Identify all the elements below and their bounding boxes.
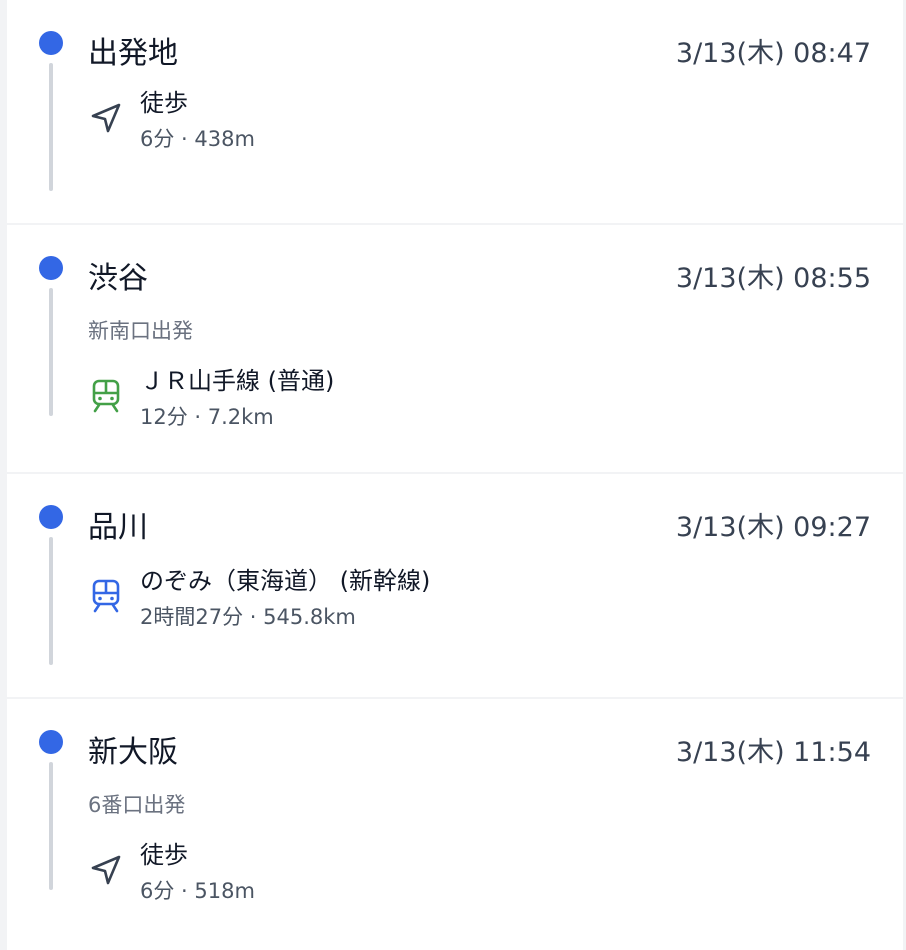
leg-duration-distance: 2時間27分 · 545.8km	[140, 605, 356, 629]
leg-line-name: ＪＲ山手線 (普通)	[140, 367, 335, 395]
departure-time: 3/13(木) 09:27	[675, 512, 871, 543]
leg-duration-distance: 6分 · 518m	[140, 879, 255, 903]
timeline-line	[49, 63, 53, 191]
train-icon	[88, 578, 124, 614]
station-name: 出発地	[88, 36, 178, 71]
station-name: 渋谷	[88, 261, 148, 296]
station-exit-label: 6番口出発	[88, 793, 186, 817]
route-leg[interactable]: 徒歩 6分 · 518m	[88, 838, 868, 918]
leg-duration-distance: 12分 · 7.2km	[140, 405, 274, 429]
route-stop-card[interactable]: 渋谷 3/13(木) 08:55 新南口出発 ＪＲ山手線 (普通) 12分 · …	[7, 225, 903, 472]
navigation-arrow-icon	[88, 852, 124, 888]
route-stop-card[interactable]: 新大阪 3/13(木) 11:54 6番口出発 徒歩 6分 · 518m	[7, 699, 903, 950]
stop-marker-dot	[39, 730, 63, 754]
departure-time: 3/13(木) 11:54	[675, 737, 871, 768]
departure-time: 3/13(木) 08:47	[675, 38, 871, 69]
stop-marker-dot	[39, 256, 63, 280]
stop-marker-dot	[39, 31, 63, 55]
station-exit-label: 新南口出発	[88, 319, 193, 343]
route-timeline: 出発地 3/13(木) 08:47 徒歩 6分 · 438m 渋谷 3/13(木…	[7, 0, 903, 950]
leg-mode-name: 徒歩	[140, 841, 188, 869]
departure-time: 3/13(木) 08:55	[675, 263, 871, 294]
navigation-arrow-icon	[88, 100, 124, 136]
leg-duration-distance: 6分 · 438m	[140, 127, 255, 151]
route-leg[interactable]: ＪＲ山手線 (普通) 12分 · 7.2km	[88, 364, 868, 444]
timeline-line	[49, 537, 53, 665]
timeline-line	[49, 762, 53, 890]
route-leg[interactable]: のぞみ（東海道） (新幹線) 2時間27分 · 545.8km	[88, 564, 868, 644]
route-stop-card[interactable]: 品川 3/13(木) 09:27 のぞみ（東海道） (新幹線) 2時間27分 ·…	[7, 474, 903, 697]
stop-marker-dot	[39, 505, 63, 529]
station-name: 新大阪	[88, 735, 178, 770]
train-icon	[88, 378, 124, 414]
timeline-line	[49, 288, 53, 416]
leg-line-name: のぞみ（東海道） (新幹線)	[140, 567, 431, 595]
station-name: 品川	[88, 510, 148, 545]
route-stop-card[interactable]: 出発地 3/13(木) 08:47 徒歩 6分 · 438m	[7, 0, 903, 223]
route-leg[interactable]: 徒歩 6分 · 438m	[88, 86, 868, 166]
leg-mode-name: 徒歩	[140, 89, 188, 117]
